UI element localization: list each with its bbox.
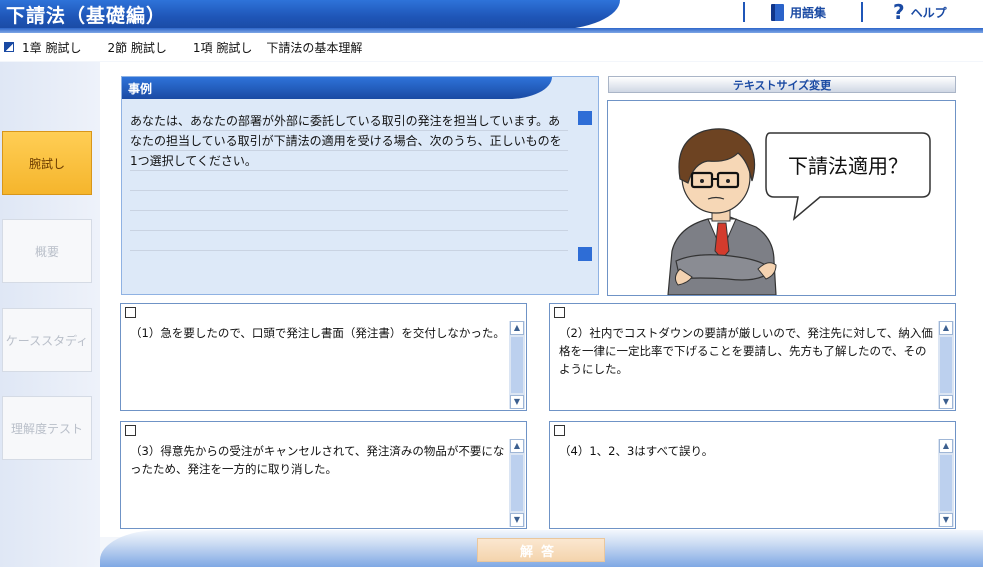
breadcrumb: 1章 腕試し 2節 腕試し 1項 腕試し 下請法の基本理解 — [0, 33, 983, 61]
case-text: あなたは、あなたの部署が外部に委託している取引の発注を担当しています。あなたの担… — [130, 111, 568, 261]
scroll-track[interactable] — [579, 127, 591, 245]
option-4[interactable]: （4）1、2、3はすべて誤り。 ▲ ▼ — [549, 421, 956, 529]
sidebar-item-tryout[interactable]: 腕試し — [2, 131, 92, 195]
help-button[interactable]: ? ヘルプ — [893, 1, 947, 23]
arrow-up-icon[interactable]: ▲ — [510, 439, 524, 453]
arrow-up-icon[interactable]: ▲ — [939, 321, 953, 335]
option-checkbox[interactable] — [125, 307, 136, 318]
answer-button[interactable]: 解答 — [477, 538, 605, 562]
eye — [726, 179, 730, 183]
case-panel: 事例 あなたは、あなたの部署が外部に委託している取引の発注を担当しています。あな… — [121, 76, 599, 295]
eye — [700, 179, 704, 183]
option-scrollbar[interactable]: ▲ ▼ — [938, 439, 954, 527]
arrow-down-icon[interactable]: ▼ — [510, 395, 524, 409]
option-text: （2）社内でコストダウンの要請が厳しいので、発注先に対して、納入価格を一律に一定… — [559, 326, 933, 376]
breadcrumb-topic: 下請法の基本理解 — [266, 40, 363, 55]
illustration-panel: 下請法適用？ — [607, 100, 956, 296]
option-text: （1）急を要したので、口頭で発注し書面（発注書）を交付しなかった。 — [130, 326, 505, 340]
scroll-track[interactable] — [511, 337, 523, 393]
option-scrollbar[interactable]: ▲ ▼ — [938, 321, 954, 409]
tie — [714, 222, 730, 260]
option-scrollbar[interactable]: ▲ ▼ — [509, 439, 525, 527]
arrow-down-icon[interactable]: ▼ — [939, 395, 953, 409]
app-title: 下請法（基礎編） — [6, 5, 167, 27]
option-checkbox[interactable] — [554, 307, 565, 318]
arrow-up-icon[interactable] — [578, 111, 592, 125]
sidebar-item-label: ケーススタディ — [5, 333, 89, 348]
sidebar: 腕試し 概要 ケーススタディ 理解度テスト — [0, 62, 100, 567]
glossary-button[interactable]: 用語集 — [771, 2, 826, 22]
case-header: 事例 — [122, 77, 552, 99]
sidebar-item-label: 腕試し — [28, 156, 65, 171]
text-size-label: テキストサイズ変更 — [732, 78, 832, 92]
option-scrollbar[interactable]: ▲ ▼ — [509, 321, 525, 409]
book-icon — [771, 3, 784, 21]
speech-bubble-text: 下請法適用？ — [788, 154, 908, 178]
question-mark-icon: ? — [893, 0, 905, 24]
breadcrumb-marker-icon — [4, 42, 14, 52]
glossary-label: 用語集 — [790, 5, 827, 20]
sidebar-item-label: 理解度テスト — [10, 421, 83, 436]
breadcrumb-section: 2節 腕試し — [107, 40, 167, 55]
scroll-track[interactable] — [511, 455, 523, 511]
scroll-track[interactable] — [940, 455, 952, 511]
case-scrollbar[interactable] — [577, 111, 593, 261]
arrow-up-icon[interactable]: ▲ — [939, 439, 953, 453]
header-divider — [861, 2, 863, 22]
arrow-down-icon[interactable]: ▼ — [939, 513, 953, 527]
option-3[interactable]: （3）得意先からの受注がキャンセルされて、発注済みの物品が不要になったため、発注… — [120, 421, 527, 529]
header-toolbar: 用語集 ? ヘルプ — [743, 0, 983, 26]
option-1[interactable]: （1）急を要したので、口頭で発注し書面（発注書）を交付しなかった。 ▲ ▼ — [120, 303, 527, 411]
breadcrumb-item: 1項 腕試し — [192, 40, 253, 55]
main-content: 事例 あなたは、あなたの部署が外部に委託している取引の発注を担当しています。あな… — [100, 62, 983, 537]
answer-label: 解答 — [519, 544, 562, 560]
case-label: 事例 — [128, 82, 153, 96]
scroll-track[interactable] — [940, 337, 952, 393]
sidebar-item-comprehension-test[interactable]: 理解度テスト — [2, 396, 92, 460]
breadcrumb-chapter: 1章 腕試し — [22, 40, 82, 55]
help-label: ヘルプ — [910, 5, 947, 20]
sidebar-item-case-study[interactable]: ケーススタディ — [2, 308, 92, 372]
text-size-button[interactable]: テキストサイズ変更 — [608, 76, 956, 93]
option-checkbox[interactable] — [554, 425, 565, 436]
arrow-up-icon[interactable]: ▲ — [510, 321, 524, 335]
option-text: （4）1、2、3はすべて誤り。 — [559, 444, 714, 458]
option-text: （3）得意先からの受注がキャンセルされて、発注済みの物品が不要になったため、発注… — [130, 444, 505, 476]
footer-bar: 解答 — [100, 530, 983, 567]
title-tab: 下請法（基礎編） — [0, 0, 620, 30]
arrow-down-icon[interactable] — [578, 247, 592, 261]
arrow-down-icon[interactable]: ▼ — [510, 513, 524, 527]
sidebar-item-overview[interactable]: 概要 — [2, 219, 92, 283]
option-checkbox[interactable] — [125, 425, 136, 436]
businessman-illustration: 下請法適用？ — [667, 128, 931, 296]
header: 下請法（基礎編） 用語集 ? ヘルプ — [0, 0, 983, 33]
sidebar-item-label: 概要 — [34, 244, 59, 259]
option-2[interactable]: （2）社内でコストダウンの要請が厳しいので、発注先に対して、納入価格を一律に一定… — [549, 303, 956, 411]
header-divider — [743, 2, 745, 22]
